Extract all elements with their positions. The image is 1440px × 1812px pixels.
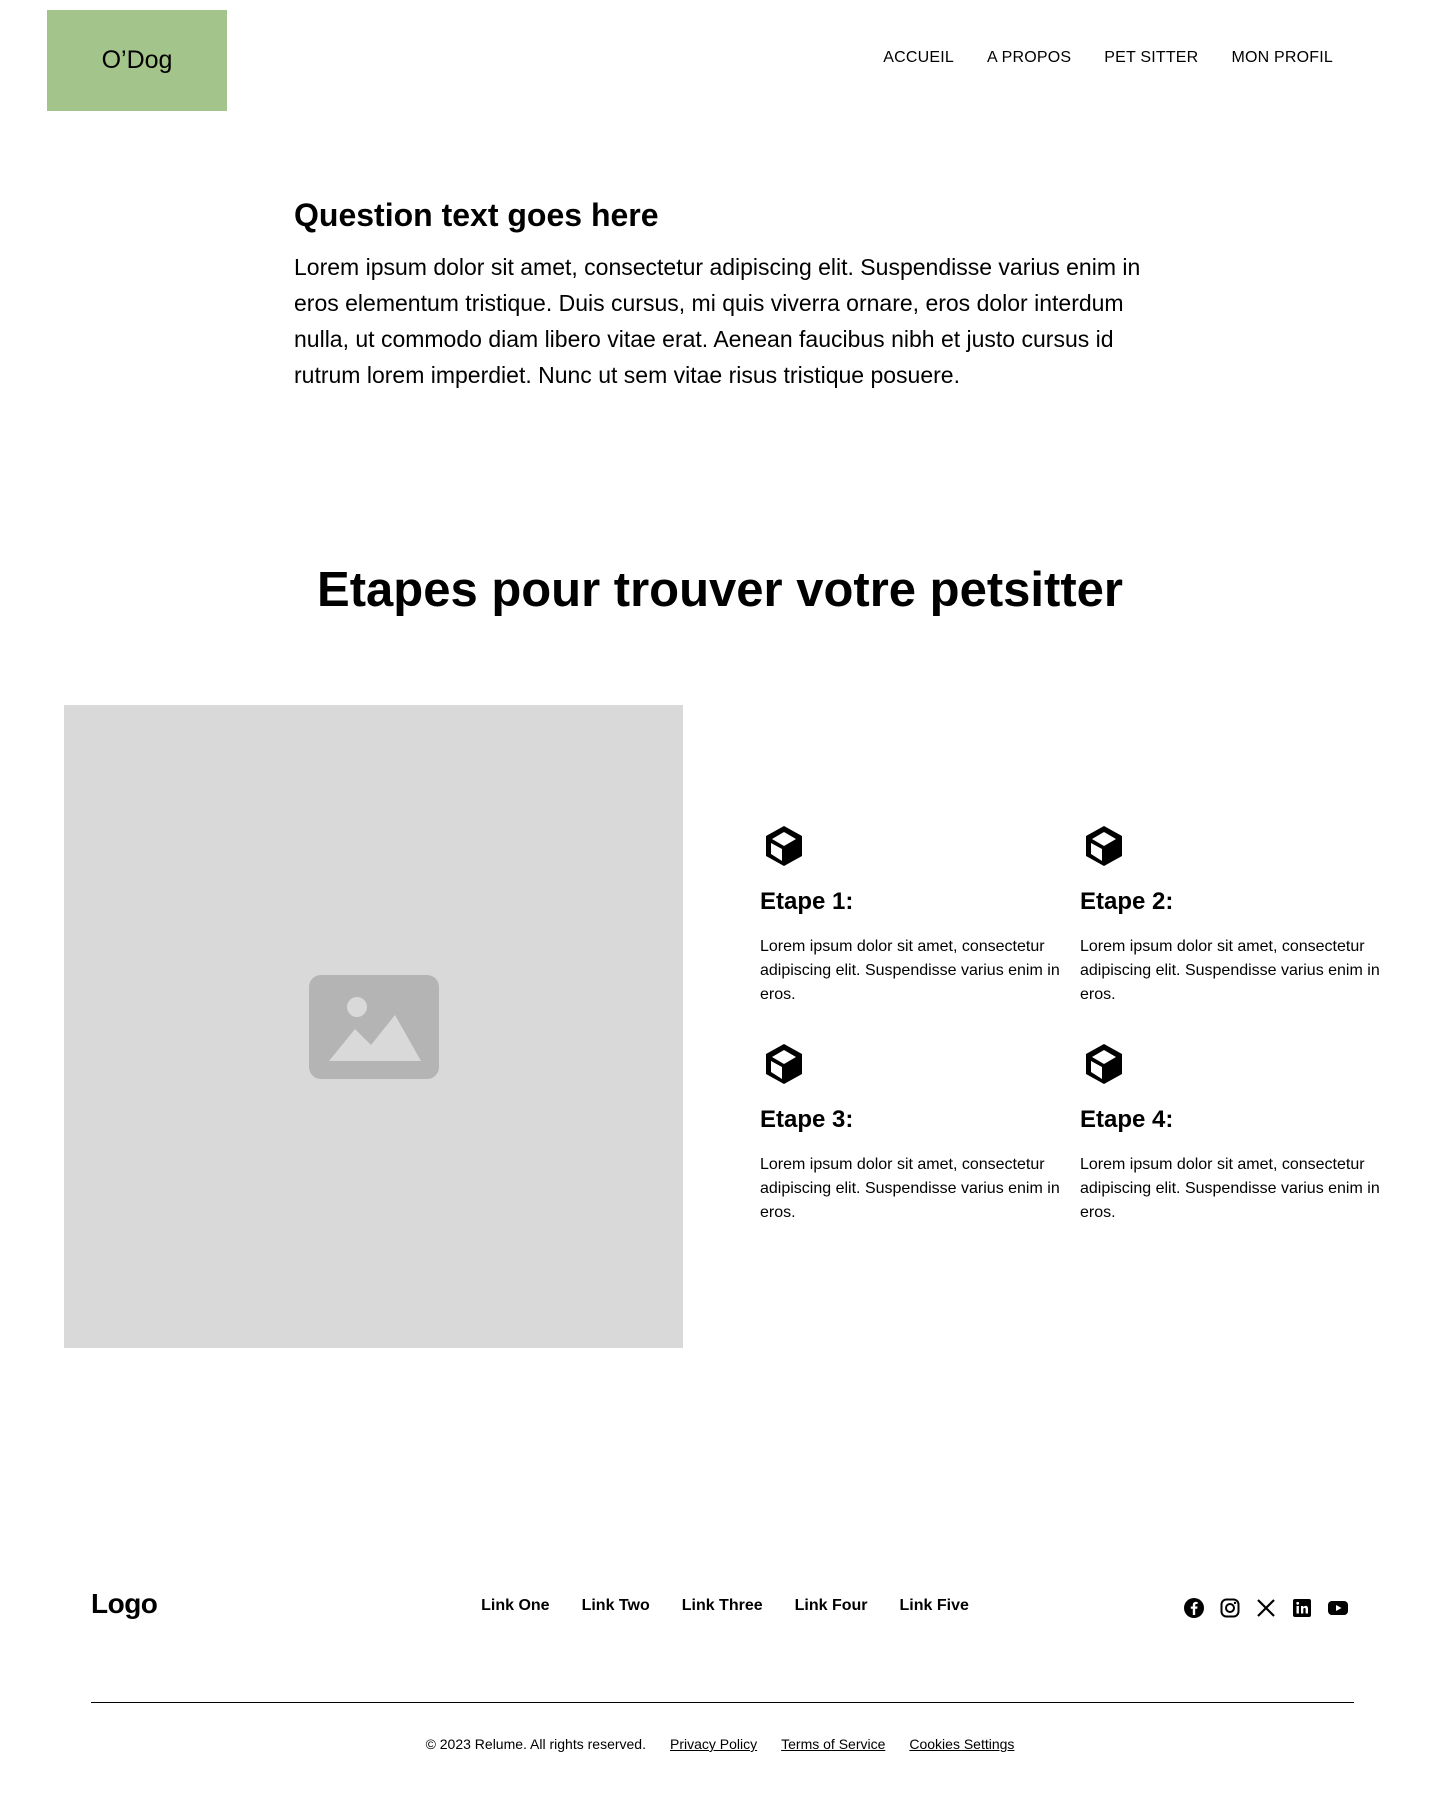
- step-card: Etape 1: Lorem ipsum dolor sit amet, con…: [760, 822, 1060, 1007]
- step-title: Etape 1:: [760, 888, 854, 915]
- faq-answer: Lorem ipsum dolor sit amet, consectetur …: [294, 254, 1141, 388]
- cube-icon: [1086, 826, 1122, 866]
- nav-pet-sitter[interactable]: PET SITTER: [1104, 49, 1198, 67]
- step-text: Lorem ipsum dolor sit amet, consectetur …: [1080, 938, 1380, 1003]
- footer-link[interactable]: Link One: [481, 1597, 549, 1615]
- footer-divider: [91, 1702, 1354, 1703]
- step-card: Etape 3: Lorem ipsum dolor sit amet, con…: [760, 1040, 1060, 1225]
- step-text: Lorem ipsum dolor sit amet, consectetur …: [1080, 1156, 1380, 1221]
- youtube-icon[interactable]: [1326, 1596, 1350, 1620]
- footer-link[interactable]: Link Three: [682, 1597, 763, 1615]
- step-text: Lorem ipsum dolor sit amet, consectetur …: [760, 1156, 1060, 1221]
- image-placeholder: [64, 705, 683, 1348]
- step-text: Lorem ipsum dolor sit amet, consectetur …: [760, 938, 1060, 1003]
- social-links: [1182, 1596, 1350, 1620]
- main-nav: ACCUEIL A PROPOS PET SITTER MON PROFIL: [883, 49, 1333, 67]
- brand-logo[interactable]: O’Dog: [47, 10, 227, 111]
- step-title: Etape 4:: [1080, 1106, 1174, 1133]
- instagram-icon[interactable]: [1218, 1596, 1242, 1620]
- step-title: Etape 2:: [1080, 888, 1174, 915]
- privacy-policy-link[interactable]: Privacy Policy: [670, 1736, 757, 1752]
- nav-mon-profil[interactable]: MON PROFIL: [1231, 49, 1333, 67]
- faq-section: Question text goes here Lorem ipsum dolo…: [294, 195, 1154, 393]
- footer-link[interactable]: Link Four: [795, 1597, 868, 1615]
- footer-link[interactable]: Link Five: [900, 1597, 969, 1615]
- image-placeholder-icon: [308, 974, 439, 1079]
- cube-icon: [1086, 1044, 1122, 1084]
- x-icon[interactable]: [1254, 1596, 1278, 1620]
- faq-question: Question text goes here: [294, 197, 659, 233]
- cube-icon: [766, 826, 802, 866]
- step-card: Etape 2: Lorem ipsum dolor sit amet, con…: [1080, 822, 1380, 1007]
- cube-icon: [766, 1044, 802, 1084]
- step-title: Etape 3:: [760, 1106, 854, 1133]
- cookies-settings-link[interactable]: Cookies Settings: [909, 1736, 1014, 1752]
- linkedin-icon[interactable]: [1290, 1596, 1314, 1620]
- footer-link[interactable]: Link Two: [582, 1597, 650, 1615]
- terms-of-service-link[interactable]: Terms of Service: [781, 1736, 885, 1752]
- facebook-icon[interactable]: [1182, 1596, 1206, 1620]
- steps-title: Etapes pour trouver votre petsitter: [317, 563, 1123, 617]
- nav-accueil[interactable]: ACCUEIL: [883, 49, 954, 67]
- brand-name: O’Dog: [101, 46, 173, 74]
- copyright-text: © 2023 Relume. All rights reserved.: [425, 1736, 646, 1752]
- nav-a-propos[interactable]: A PROPOS: [987, 49, 1071, 67]
- step-card: Etape 4: Lorem ipsum dolor sit amet, con…: [1080, 1040, 1380, 1225]
- footer-legal: © 2023 Relume. All rights reserved. Priv…: [0, 1736, 1440, 1752]
